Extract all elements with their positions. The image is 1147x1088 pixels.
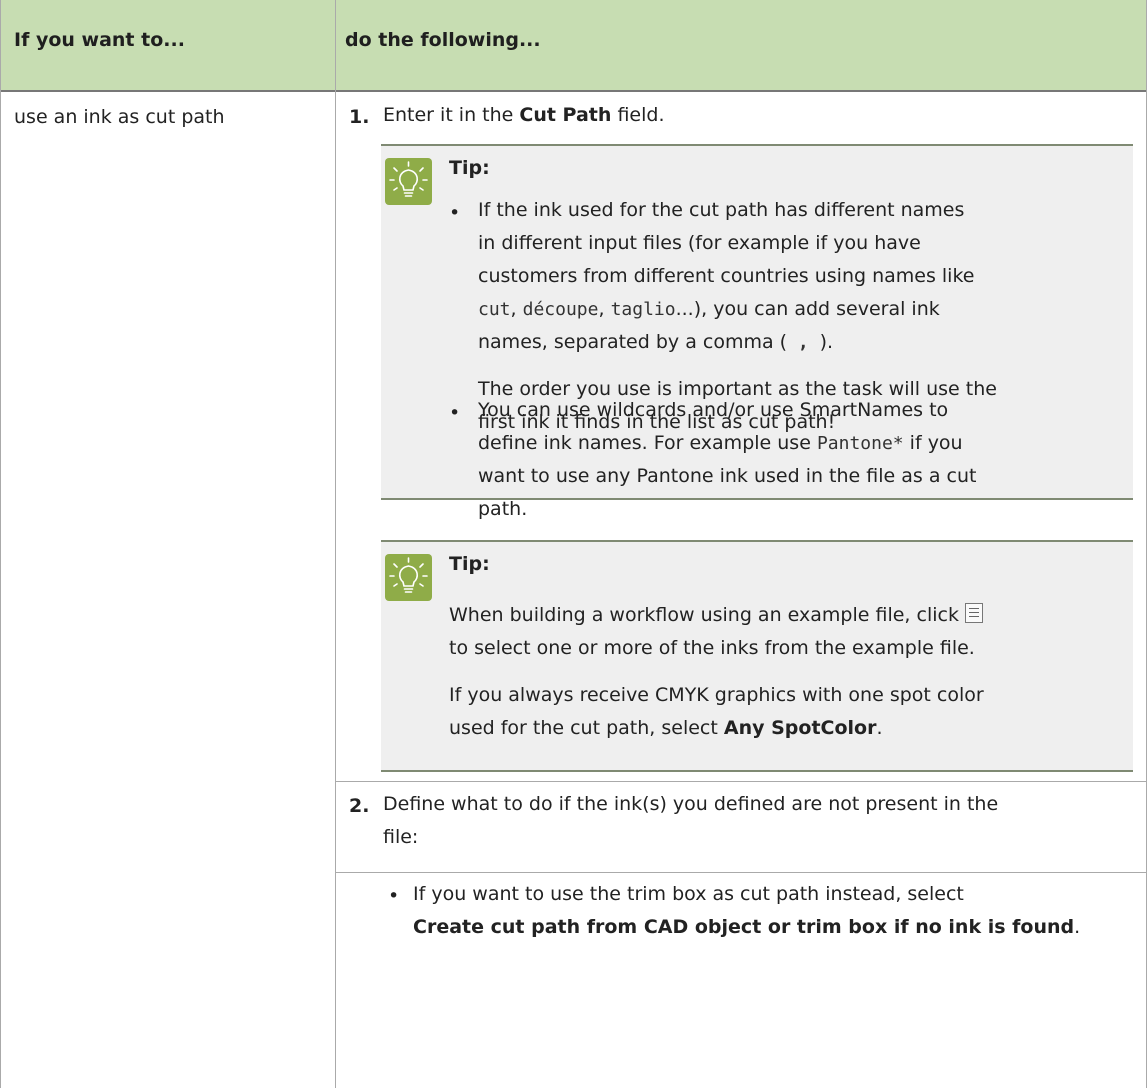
tip-line: You can use wildcards and/or use SmartNa… xyxy=(478,399,949,421)
tip-line: in different input files (for example if… xyxy=(478,232,921,254)
tip-text: if you xyxy=(903,432,963,454)
tip-line: to select one or more of the inks from t… xyxy=(449,637,975,659)
code-ink-name: taglio xyxy=(610,299,676,320)
tip-title: Tip: xyxy=(449,553,490,575)
tip-text: names, separated by a comma ( xyxy=(478,331,788,353)
tip-box-1: Tip: • If the ink used for the cut path … xyxy=(381,144,1133,520)
tip-text: . xyxy=(876,717,883,739)
option-create-cut-path: Create cut path from CAD object or trim … xyxy=(413,916,1075,938)
tip-line: cut, découpe, taglio...), you can add se… xyxy=(478,293,1117,326)
step-divider xyxy=(335,872,1147,873)
separator: , xyxy=(510,298,523,320)
bullet-marker: • xyxy=(449,202,461,224)
code-wildcard: Pantone* xyxy=(816,433,904,454)
tip-line: want to use any Pantone ink used in the … xyxy=(478,465,977,487)
header-cell-do-following: do the following... xyxy=(335,0,1147,92)
table-border-left xyxy=(0,0,1,1088)
code-ink-name: découpe xyxy=(522,299,599,320)
step-number: 1. xyxy=(349,106,370,128)
tip-text: ). xyxy=(819,331,834,353)
code-comma: , xyxy=(787,332,820,353)
tip-title: Tip: xyxy=(449,157,490,179)
tip2-text: When building a workflow using an exampl… xyxy=(449,599,1117,745)
lightbulb-icon xyxy=(385,554,432,601)
header-label: If you want to... xyxy=(14,29,185,51)
tip-line: names, separated by a comma ( , ). xyxy=(478,326,1117,359)
tip-line: If the ink used for the cut path has dif… xyxy=(478,199,965,221)
tip-text: ...), you can add several ink xyxy=(675,298,940,320)
step-text: . xyxy=(1074,916,1081,938)
header-label: do the following... xyxy=(345,29,541,51)
step1-text: Enter it in the Cut Path field. xyxy=(383,99,664,132)
step2-bullet-text: If you want to use the trim box as cut p… xyxy=(413,878,1080,944)
tip-text: used for the cut path, select xyxy=(449,717,724,739)
step-line: Create cut path from CAD object or trim … xyxy=(413,911,1080,944)
option-any-spotcolor: Any SpotColor xyxy=(723,717,877,739)
step-line: If you want to use the trim box as cut p… xyxy=(413,883,964,905)
header-cell-if-you-want: If you want to... xyxy=(0,0,335,92)
document-table: If you want to... do the following... us… xyxy=(0,0,1147,1088)
step1-text-a: Enter it in the xyxy=(383,104,520,126)
step-line: Define what to do if the ink(s) you defi… xyxy=(383,793,999,815)
step1-text-b: field. xyxy=(611,104,665,126)
bullet-marker: • xyxy=(388,885,400,907)
separator: , xyxy=(598,298,611,320)
step2-text: Define what to do if the ink(s) you defi… xyxy=(383,788,998,854)
tip-line: path. xyxy=(478,498,528,520)
code-ink-name: cut xyxy=(478,299,511,320)
step-line: file: xyxy=(383,826,419,848)
ink-list-icon[interactable] xyxy=(965,603,983,623)
step-divider xyxy=(335,781,1147,782)
step1-field-name: Cut Path xyxy=(519,104,612,126)
column-divider xyxy=(335,0,336,1088)
tip-line: If you always receive CMYK graphics with… xyxy=(449,684,984,706)
tip-line: define ink names. For example use Panton… xyxy=(478,427,1117,460)
tip-line: used for the cut path, select Any SpotCo… xyxy=(449,712,1117,745)
tip-box-2: Tip: When building a workflow using an e… xyxy=(381,540,1133,772)
tip1-bullet2-text: You can use wildcards and/or use SmartNa… xyxy=(478,394,1117,526)
bullet-marker: • xyxy=(449,402,461,424)
tip-line: When building a workflow using an exampl… xyxy=(449,599,1117,632)
tip-text: When building a workflow using an exampl… xyxy=(449,604,959,626)
action-cell-text: use an ink as cut path xyxy=(14,106,225,128)
tip-line: customers from different countries using… xyxy=(478,265,975,287)
tip-text: define ink names. For example use xyxy=(478,432,817,454)
lightbulb-icon xyxy=(385,158,432,205)
step-number: 2. xyxy=(349,795,370,817)
